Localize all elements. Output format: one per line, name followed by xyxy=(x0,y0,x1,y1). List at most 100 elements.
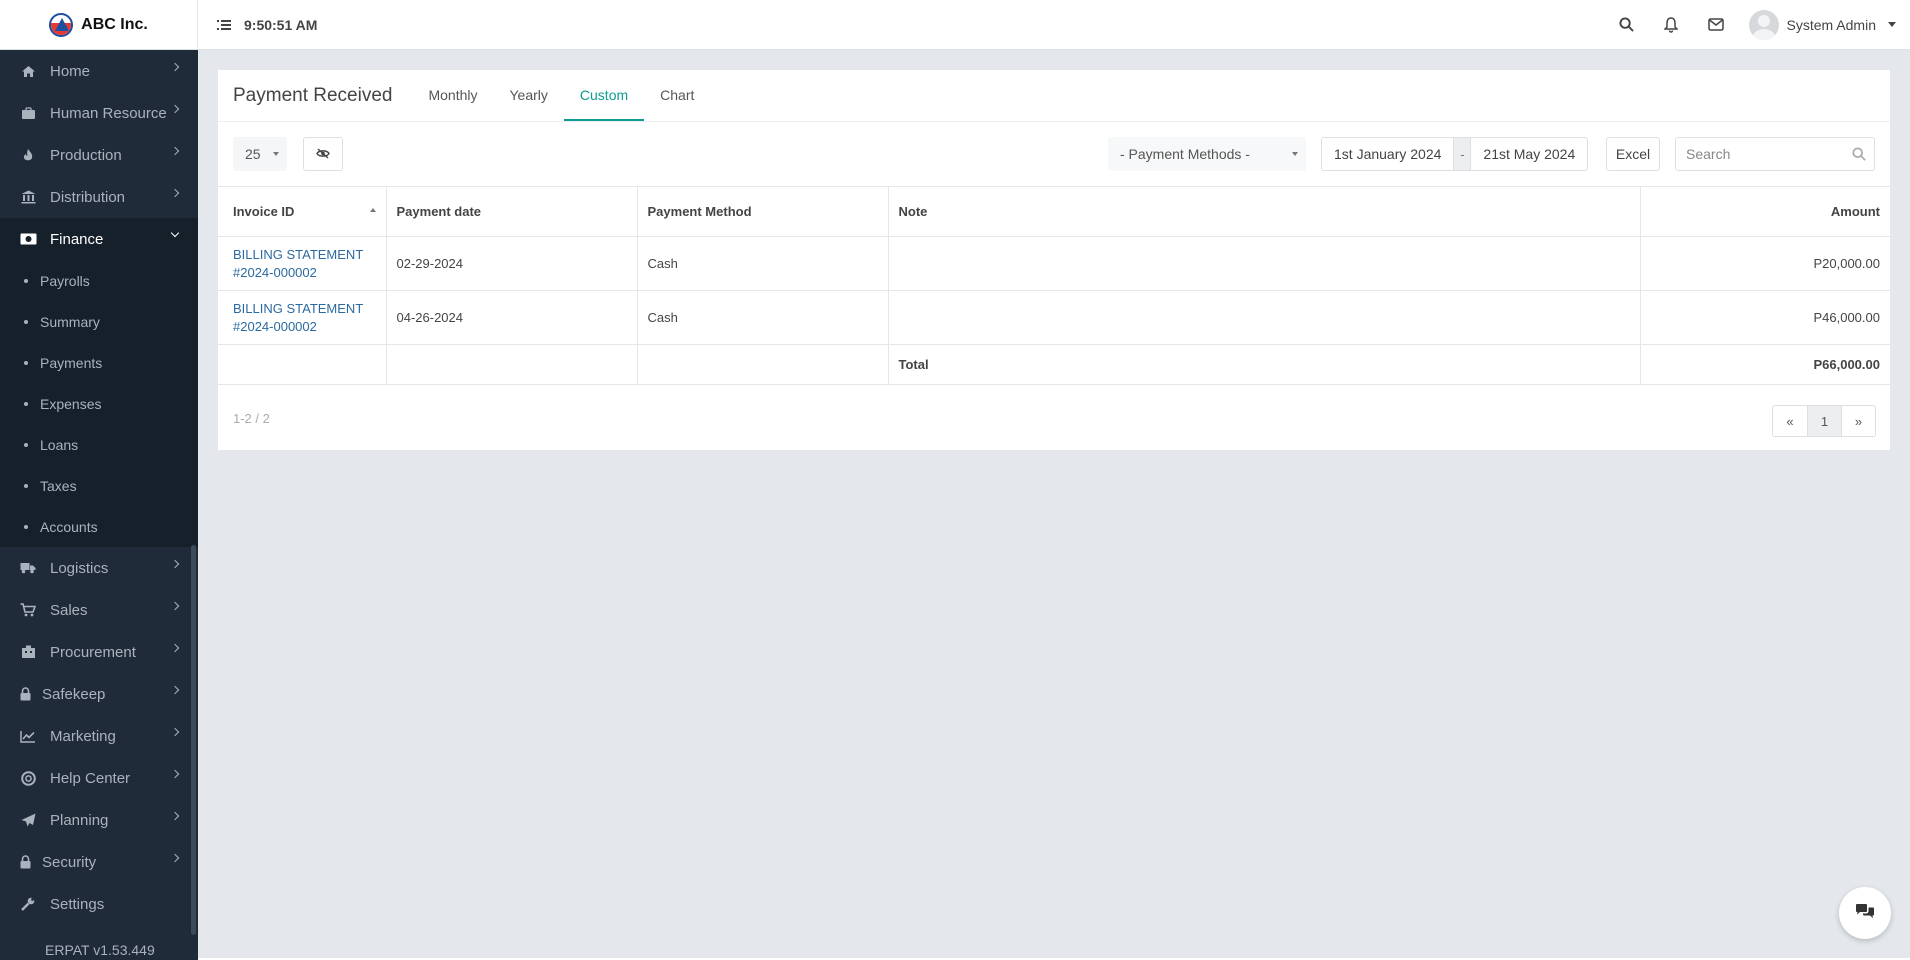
brand-logo-icon xyxy=(49,12,74,37)
sidebar-item-help-center[interactable]: Help Center xyxy=(0,757,198,799)
sidebar-item-planning[interactable]: Planning xyxy=(0,799,198,841)
date-range-separator: - xyxy=(1453,138,1472,170)
note-cell xyxy=(887,290,1641,345)
sidebar-item-production[interactable]: Production xyxy=(0,134,198,176)
invoice-link[interactable]: BILLING STATEMENT #2024-000002 xyxy=(233,300,376,336)
sidebar-item-procurement[interactable]: Procurement xyxy=(0,631,198,673)
bullet-icon xyxy=(24,524,28,529)
mail-icon[interactable] xyxy=(1694,0,1739,50)
empty-cell xyxy=(218,344,387,385)
fire-icon xyxy=(18,148,38,162)
lock-icon xyxy=(18,687,32,701)
sidebar-subitem-payrolls[interactable]: Payrolls xyxy=(0,260,198,301)
chevron-right-icon xyxy=(170,685,180,695)
column-header-label: Invoice ID xyxy=(233,204,295,219)
total-row: Total P66,000.00 xyxy=(218,344,1890,385)
sidebar-item-label: Finance xyxy=(50,230,104,248)
cart-icon xyxy=(18,603,38,617)
invoice-link-line2: #2024-000002 xyxy=(233,264,317,280)
page-title: Payment Received xyxy=(233,84,393,106)
sidebar-item-logistics[interactable]: Logistics xyxy=(0,547,198,589)
pagination-prev-button[interactable]: « xyxy=(1773,406,1807,436)
chevron-right-icon xyxy=(170,643,180,653)
tab-monthly[interactable]: Monthly xyxy=(412,70,493,121)
sidebar-subitem-taxes[interactable]: Taxes xyxy=(0,465,198,506)
column-header-payment-date[interactable]: Payment date xyxy=(385,186,638,237)
chevron-right-icon xyxy=(170,62,180,72)
amount-cell: P20,000.00 xyxy=(1639,236,1890,291)
home-icon xyxy=(18,65,38,78)
paper-plane-icon xyxy=(18,813,38,827)
search-icon[interactable] xyxy=(1604,0,1649,50)
page-size-value: 25 xyxy=(245,146,261,162)
sidebar-item-label: Human Resource xyxy=(50,104,167,122)
sidebar-item-marketing[interactable]: Marketing xyxy=(0,715,198,757)
sidebar-item-safekeep[interactable]: Safekeep xyxy=(0,673,198,715)
sidebar-item-label: Planning xyxy=(50,811,109,829)
pagination-page-1[interactable]: 1 xyxy=(1807,406,1841,436)
tab-yearly[interactable]: Yearly xyxy=(494,70,564,121)
chat-button[interactable] xyxy=(1839,887,1891,939)
table-footer: 1-2 / 2 « 1 » xyxy=(218,385,1890,453)
sidebar-item-label: Marketing xyxy=(50,727,116,745)
excel-export-button[interactable]: Excel xyxy=(1606,137,1660,171)
sidebar-item-human-resource[interactable]: Human Resource xyxy=(0,92,198,134)
invoice-link[interactable]: BILLING STATEMENT #2024-000002 xyxy=(233,246,376,282)
payment-method-cell: Cash xyxy=(636,236,889,291)
sidebar-subitem-label: Summary xyxy=(40,313,100,330)
page-size-select[interactable]: 25 xyxy=(233,137,287,171)
chevron-right-icon xyxy=(170,727,180,737)
sidebar-scrollbar[interactable] xyxy=(191,545,196,935)
sidebar-subitem-label: Payments xyxy=(40,354,103,371)
chevron-right-icon xyxy=(170,811,180,821)
sidebar-subitem-loans[interactable]: Loans xyxy=(0,424,198,465)
payment-date-cell: 02-29-2024 xyxy=(385,236,638,291)
sidebar-subitem-accounts[interactable]: Accounts xyxy=(0,506,198,547)
sidebar-subitem-summary[interactable]: Summary xyxy=(0,301,198,342)
brand[interactable]: ABC Inc. xyxy=(0,0,198,50)
eye-slash-icon xyxy=(316,146,330,162)
chevron-right-icon xyxy=(170,601,180,611)
sidebar-item-sales[interactable]: Sales xyxy=(0,589,198,631)
pagination-next-button[interactable]: » xyxy=(1841,406,1875,436)
menu-toggle-icon[interactable] xyxy=(214,15,234,35)
sidebar-item-distribution[interactable]: Distribution xyxy=(0,176,198,218)
sidebar-item-home[interactable]: Home xyxy=(0,50,198,92)
search-icon[interactable] xyxy=(1852,147,1866,164)
chevron-right-icon xyxy=(170,146,180,156)
column-header-amount[interactable]: Amount xyxy=(1639,186,1890,237)
column-header-invoice-id[interactable]: Invoice ID xyxy=(218,186,387,237)
tab-chart[interactable]: Chart xyxy=(644,70,710,121)
date-to-input[interactable]: 21st May 2024 xyxy=(1471,138,1587,170)
table-row: BILLING STATEMENT #2024-000002 02-29-2024… xyxy=(218,236,1890,291)
payment-methods-select[interactable]: - Payment Methods - xyxy=(1108,137,1306,171)
chevron-down-icon xyxy=(273,152,279,156)
sidebar-item-label: Distribution xyxy=(50,188,126,206)
sidebar-item-finance[interactable]: Finance xyxy=(0,218,198,260)
sidebar-item-label: Settings xyxy=(50,895,105,913)
sidebar-subitem-payments[interactable]: Payments xyxy=(0,342,198,383)
user-menu[interactable]: System Admin xyxy=(1739,0,1910,50)
sidebar-item-label: Safekeep xyxy=(42,685,106,703)
pagination: « 1 » xyxy=(1772,405,1876,437)
table-header-row: Invoice ID Payment date Payment Method N… xyxy=(218,186,1890,237)
column-header-note[interactable]: Note xyxy=(887,186,1641,237)
bell-icon[interactable] xyxy=(1649,0,1694,50)
clock: 9:50:51 AM xyxy=(244,16,318,33)
sidebar-item-security[interactable]: Security xyxy=(0,841,198,883)
top-header: ABC Inc. 9:50:51 AM System Admin xyxy=(0,0,1910,50)
sidebar-subitem-expenses[interactable]: Expenses xyxy=(0,383,198,424)
padlock-icon xyxy=(18,855,32,869)
search-input[interactable] xyxy=(1676,146,1846,162)
briefcase-icon xyxy=(18,106,38,120)
column-header-payment-method[interactable]: Payment Method xyxy=(636,186,889,237)
sidebar-subitem-label: Payrolls xyxy=(40,272,90,289)
sidebar-item-settings[interactable]: Settings xyxy=(0,883,198,925)
invoice-link-line1: BILLING STATEMENT xyxy=(233,300,364,316)
column-visibility-button[interactable] xyxy=(303,137,343,171)
invoice-cell: BILLING STATEMENT #2024-000002 xyxy=(218,290,387,345)
date-from-input[interactable]: 1st January 2024 xyxy=(1322,138,1453,170)
finance-submenu: Payrolls Summary Payments Expenses Loans… xyxy=(0,260,198,547)
chevron-right-icon xyxy=(170,853,180,863)
tab-custom[interactable]: Custom xyxy=(563,70,645,121)
